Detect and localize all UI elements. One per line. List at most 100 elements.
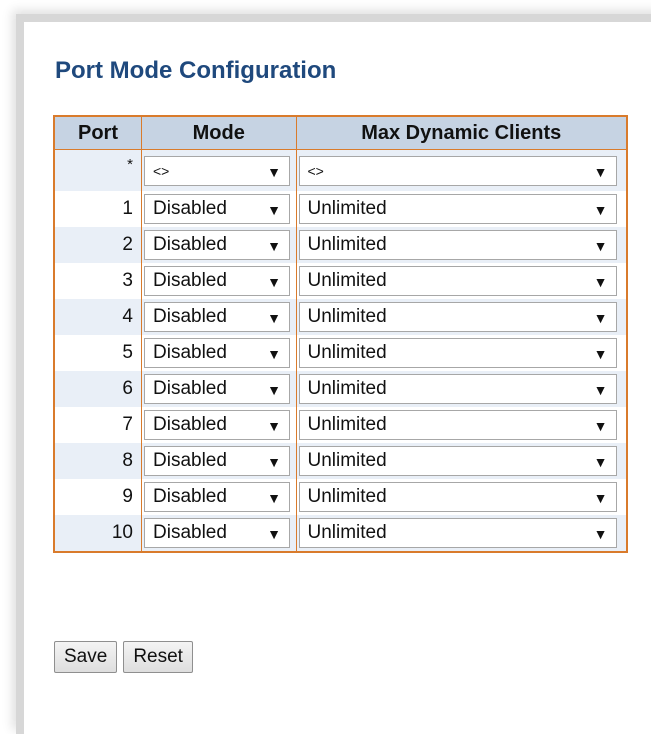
- chevron-down-icon: ▼: [593, 310, 608, 326]
- table-row: 8 Disabled ▼ Unlimited ▼: [53, 443, 628, 479]
- mode-select[interactable]: Disabled ▼: [144, 482, 290, 512]
- max-clients-cell: Unlimited ▼: [295, 371, 628, 407]
- chevron-down-icon: ▼: [267, 163, 281, 180]
- mode-cell: Disabled ▼: [141, 479, 297, 515]
- max-clients-select[interactable]: Unlimited ▼: [298, 338, 617, 368]
- chevron-down-icon: ▼: [593, 274, 608, 290]
- select-value: Disabled: [153, 306, 227, 327]
- port-cell: 4: [53, 299, 142, 335]
- max-clients-select[interactable]: Unlimited ▼: [298, 482, 617, 512]
- max-clients-select[interactable]: Unlimited ▼: [298, 410, 617, 440]
- max-clients-select-global[interactable]: <> ▼: [298, 155, 617, 186]
- mode-select[interactable]: Disabled ▼: [144, 338, 290, 368]
- mode-select[interactable]: Disabled ▼: [144, 302, 290, 332]
- mode-select[interactable]: Disabled ▼: [144, 266, 290, 296]
- mode-select[interactable]: Disabled ▼: [144, 410, 290, 440]
- port-cell: 2: [53, 227, 142, 263]
- chevron-down-icon: ▼: [593, 418, 608, 434]
- port-cell: 6: [53, 371, 142, 407]
- chevron-down-icon: ▼: [267, 346, 281, 362]
- select-value: Disabled: [153, 450, 227, 471]
- chevron-down-icon: ▼: [267, 418, 281, 434]
- save-button[interactable]: Save: [54, 641, 118, 673]
- select-value: Unlimited: [307, 486, 387, 507]
- select-value: Disabled: [153, 414, 227, 435]
- max-clients-select[interactable]: Unlimited ▼: [298, 266, 617, 296]
- select-value: Disabled: [153, 378, 227, 399]
- chevron-down-icon: ▼: [593, 163, 608, 180]
- chevron-down-icon: ▼: [593, 346, 608, 362]
- mode-select-global[interactable]: <> ▼: [144, 155, 290, 186]
- max-clients-select[interactable]: Unlimited ▼: [298, 194, 617, 224]
- table-row: 7 Disabled ▼ Unlimited ▼: [53, 407, 628, 443]
- select-value: Unlimited: [307, 378, 387, 399]
- column-header-mode: Mode: [141, 115, 297, 150]
- chevron-down-icon: ▼: [267, 526, 281, 542]
- mode-cell: Disabled ▼: [141, 371, 297, 407]
- table-row: 6 Disabled ▼ Unlimited ▼: [53, 371, 628, 407]
- select-value: <>: [307, 162, 324, 179]
- max-clients-cell: Unlimited ▼: [295, 515, 628, 552]
- mode-cell: Disabled ▼: [141, 407, 297, 443]
- max-clients-cell: Unlimited ▼: [295, 191, 628, 227]
- mode-select[interactable]: Disabled ▼: [144, 194, 290, 224]
- mode-select[interactable]: Disabled ▼: [144, 374, 290, 404]
- select-value: Unlimited: [307, 522, 387, 543]
- port-cell: 8: [53, 443, 142, 479]
- mode-cell: Disabled ▼: [141, 443, 297, 479]
- max-clients-cell: <> ▼: [295, 149, 628, 191]
- mode-cell: Disabled ▼: [141, 515, 297, 552]
- select-value: Unlimited: [307, 198, 387, 219]
- select-value: Unlimited: [307, 342, 387, 363]
- select-value: <>: [153, 162, 170, 179]
- mode-select[interactable]: Disabled ▼: [144, 230, 290, 260]
- port-cell: 3: [53, 263, 142, 299]
- port-cell: 5: [53, 335, 142, 371]
- max-clients-select[interactable]: Unlimited ▼: [298, 230, 617, 260]
- max-clients-select[interactable]: Unlimited ▼: [298, 446, 617, 476]
- table-row: 1 Disabled ▼ Unlimited ▼: [53, 191, 628, 227]
- reset-button[interactable]: Reset: [123, 641, 193, 673]
- table-row: 10 Disabled ▼ Unlimited ▼: [53, 515, 628, 552]
- select-value: Disabled: [153, 342, 227, 363]
- port-cell: *: [53, 149, 142, 191]
- mode-cell: Disabled ▼: [141, 263, 297, 299]
- table-body: * <> ▼ <> ▼ 1 Disabled ▼ Unlimited ▼ 2 Disable…: [53, 149, 628, 552]
- select-value: Disabled: [153, 234, 227, 255]
- table-row: 2 Disabled ▼ Unlimited ▼: [53, 227, 628, 263]
- select-value: Disabled: [153, 522, 227, 543]
- select-value: Unlimited: [307, 234, 387, 255]
- page-title: Port Mode Configuration: [55, 57, 337, 84]
- chevron-down-icon: ▼: [267, 274, 281, 290]
- table-row-global: * <> ▼ <> ▼: [53, 149, 628, 191]
- table-row: 3 Disabled ▼ Unlimited ▼: [53, 263, 628, 299]
- max-clients-cell: Unlimited ▼: [295, 227, 628, 263]
- mode-cell: Disabled ▼: [141, 191, 297, 227]
- table-row: 9 Disabled ▼ Unlimited ▼: [53, 479, 628, 515]
- mode-select[interactable]: Disabled ▼: [144, 518, 290, 548]
- select-value: Disabled: [153, 270, 227, 291]
- chevron-down-icon: ▼: [267, 238, 281, 254]
- chevron-down-icon: ▼: [593, 490, 608, 506]
- select-value: Disabled: [153, 486, 227, 507]
- column-header-max-dynamic-clients: Max Dynamic Clients: [295, 115, 628, 150]
- button-bar: Save Reset: [54, 641, 199, 673]
- chevron-down-icon: ▼: [593, 382, 608, 398]
- table-header-row: Port Mode Max Dynamic Clients: [53, 115, 628, 150]
- chevron-down-icon: ▼: [593, 202, 608, 218]
- max-clients-select[interactable]: Unlimited ▼: [298, 374, 617, 404]
- mode-select[interactable]: Disabled ▼: [144, 446, 290, 476]
- max-clients-select[interactable]: Unlimited ▼: [298, 302, 617, 332]
- port-cell: 10: [53, 515, 142, 552]
- max-clients-select[interactable]: Unlimited ▼: [298, 518, 617, 548]
- table-row: 4 Disabled ▼ Unlimited ▼: [53, 299, 628, 335]
- max-clients-cell: Unlimited ▼: [295, 407, 628, 443]
- chevron-down-icon: ▼: [267, 490, 281, 506]
- chevron-down-icon: ▼: [267, 454, 281, 470]
- max-clients-cell: Unlimited ▼: [295, 335, 628, 371]
- max-clients-cell: Unlimited ▼: [295, 263, 628, 299]
- port-cell: 9: [53, 479, 142, 515]
- table-row: 5 Disabled ▼ Unlimited ▼: [53, 335, 628, 371]
- select-value: Unlimited: [307, 306, 387, 327]
- chevron-down-icon: ▼: [593, 526, 608, 542]
